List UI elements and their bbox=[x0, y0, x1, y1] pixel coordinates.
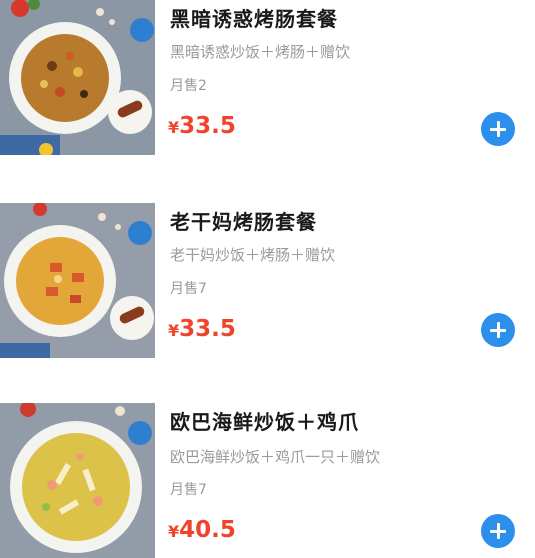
add-to-cart-button[interactable] bbox=[481, 514, 515, 548]
menu-item[interactable]: 欧巴海鲜炒饭＋鸡爪 欧巴海鲜炒饭＋鸡爪一只＋赠饮 月售7 ¥40.5 bbox=[0, 403, 535, 558]
menu-list: 黑暗诱惑烤肠套餐 黑暗诱惑炒饭＋烤肠＋赠饮 月售2 ¥33.5 老干妈烤肠套餐 … bbox=[0, 0, 535, 558]
dish-image[interactable] bbox=[0, 0, 155, 155]
monthly-sales: 月售2 bbox=[170, 78, 207, 94]
dish-name: 黑暗诱惑烤肠套餐 bbox=[170, 7, 338, 31]
dish-name: 老干妈烤肠套餐 bbox=[170, 210, 317, 234]
price-amount: 33.5 bbox=[179, 113, 236, 139]
currency-symbol: ¥ bbox=[168, 522, 180, 541]
add-to-cart-button[interactable] bbox=[481, 313, 515, 347]
menu-item[interactable]: 黑暗诱惑烤肠套餐 黑暗诱惑炒饭＋烤肠＋赠饮 月售2 ¥33.5 bbox=[0, 0, 535, 155]
price: ¥33.5 bbox=[168, 316, 236, 342]
dish-image[interactable] bbox=[0, 403, 155, 558]
price-amount: 33.5 bbox=[179, 316, 236, 342]
currency-symbol: ¥ bbox=[168, 321, 180, 340]
price: ¥33.5 bbox=[168, 113, 236, 139]
monthly-sales: 月售7 bbox=[170, 482, 207, 498]
dish-description: 黑暗诱惑炒饭＋烤肠＋赠饮 bbox=[170, 43, 351, 61]
add-to-cart-button[interactable] bbox=[481, 112, 515, 146]
dish-description: 老干妈炒饭＋烤肠＋赠饮 bbox=[170, 246, 336, 264]
dish-image[interactable] bbox=[0, 203, 155, 358]
dish-name: 欧巴海鲜炒饭＋鸡爪 bbox=[170, 410, 359, 434]
currency-symbol: ¥ bbox=[168, 118, 180, 137]
price-amount: 40.5 bbox=[179, 517, 236, 543]
dish-description: 欧巴海鲜炒饭＋鸡爪一只＋赠饮 bbox=[170, 448, 381, 466]
monthly-sales: 月售7 bbox=[170, 281, 207, 297]
menu-item[interactable]: 老干妈烤肠套餐 老干妈炒饭＋烤肠＋赠饮 月售7 ¥33.5 bbox=[0, 203, 535, 358]
price: ¥40.5 bbox=[168, 517, 236, 543]
